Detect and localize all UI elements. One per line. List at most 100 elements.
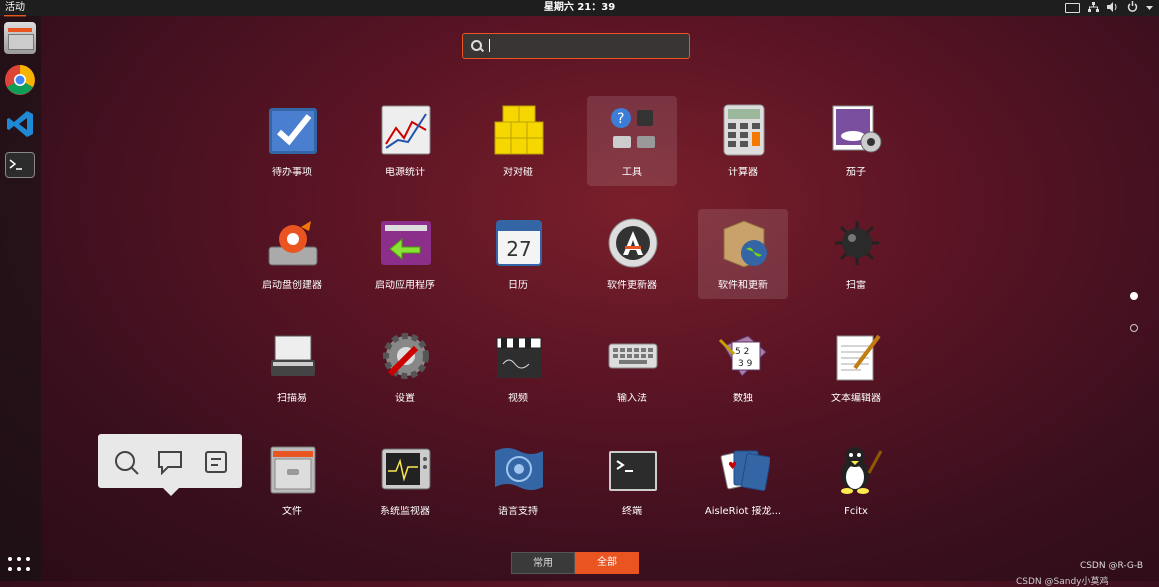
search-input[interactable] <box>489 37 679 53</box>
chrome-icon[interactable] <box>4 64 36 96</box>
terminal-app-icon <box>607 443 659 495</box>
app-tile[interactable]: 系统监视器 <box>360 435 450 525</box>
page-indicator-active[interactable] <box>1130 292 1138 300</box>
app-tile[interactable]: 设置 <box>360 322 450 412</box>
app-label: 设置 <box>395 393 415 404</box>
svg-text:?: ? <box>617 111 624 127</box>
top-bar: 活动 星期六 21：39 <box>0 0 1159 17</box>
app-tile[interactable]: 扫雷 <box>811 209 901 299</box>
page-indicator[interactable] <box>1130 324 1138 332</box>
app-tile[interactable]: 27 日历 <box>473 209 563 299</box>
svg-text:3 9: 3 9 <box>738 359 753 369</box>
app-label: 输入法 <box>617 393 647 404</box>
note-icon[interactable] <box>202 448 230 476</box>
scanner-icon <box>267 330 319 382</box>
floating-toolbar <box>98 434 242 496</box>
keyboard-icon <box>607 330 659 382</box>
software-updater-icon <box>607 217 659 269</box>
app-label: 终端 <box>622 506 642 517</box>
app-tile[interactable]: 启动应用程序 <box>360 209 450 299</box>
power-icon[interactable] <box>1127 1 1138 15</box>
app-label: 语言支持 <box>498 506 538 517</box>
watermark: CSDN @R-G-B <box>1079 561 1143 571</box>
vscode-icon[interactable] <box>4 108 36 140</box>
app-folder-tools[interactable]: ? 工具 <box>587 96 677 186</box>
app-label: Fcitx <box>844 506 868 517</box>
app-tile[interactable]: 终端 <box>587 435 677 525</box>
system-monitor-icon <box>380 443 432 495</box>
terminal-icon[interactable] <box>5 152 35 178</box>
app-tile[interactable]: 软件更新器 <box>587 209 677 299</box>
tab-all[interactable]: 全部 <box>575 552 639 574</box>
app-label: 系统监视器 <box>380 506 430 517</box>
app-label: 启动应用程序 <box>375 280 435 291</box>
app-tile[interactable]: 待办事项 <box>247 96 337 186</box>
app-tile[interactable]: 语言支持 <box>473 435 563 525</box>
app-tile[interactable]: 电源统计 <box>360 96 450 186</box>
app-tile[interactable]: ♥ AisleRiot 接龙... <box>698 435 788 525</box>
app-tile[interactable]: 视频 <box>473 322 563 412</box>
app-tile[interactable]: Fcitx <box>811 435 901 525</box>
app-label: 文件 <box>282 506 302 517</box>
app-label: 文本编辑器 <box>831 393 881 404</box>
power-stats-icon <box>380 104 432 156</box>
clock[interactable]: 星期六 21：39 <box>544 1 615 15</box>
app-label: 扫描易 <box>277 393 307 404</box>
cheese-icon <box>831 104 883 156</box>
app-tile[interactable]: 输入法 <box>587 322 677 412</box>
app-tile[interactable]: 启动盘创建器 <box>247 209 337 299</box>
text-editor-icon <box>831 330 883 382</box>
system-tray[interactable] <box>1065 0 1153 16</box>
app-tile[interactable]: 茄子 <box>811 96 901 186</box>
sudoku-icon: 5 23 9 <box>718 330 770 382</box>
keyboard-layout-icon[interactable] <box>1065 3 1080 13</box>
todo-icon <box>267 104 319 156</box>
app-label: 数独 <box>733 393 753 404</box>
app-tile[interactable]: 软件和更新 <box>698 209 788 299</box>
settings-icon <box>380 330 432 382</box>
app-label: 日历 <box>508 280 528 291</box>
app-label: 软件更新器 <box>607 280 657 291</box>
search-box[interactable] <box>462 33 690 59</box>
calendar-day: 27 <box>506 237 532 261</box>
aisleriot-icon: ♥ <box>718 443 771 495</box>
software-updates-icon <box>718 217 770 269</box>
app-tile[interactable]: 文件 <box>247 435 337 525</box>
app-tile[interactable]: 对对碰 <box>473 96 563 186</box>
app-label: 计算器 <box>728 167 758 178</box>
app-tile[interactable]: 扫描易 <box>247 322 337 412</box>
startup-disk-icon <box>267 217 319 269</box>
fcitx-icon <box>831 443 883 495</box>
files-cabinet-icon <box>267 443 319 495</box>
activities-button[interactable]: 活动 <box>4 1 26 17</box>
calculator-icon <box>718 104 770 156</box>
app-label: 茄子 <box>846 167 866 178</box>
language-support-icon <box>493 443 545 495</box>
dock <box>0 16 41 581</box>
comment-icon[interactable] <box>156 448 184 476</box>
network-icon[interactable] <box>1088 1 1099 15</box>
svg-text:♥: ♥ <box>728 461 737 472</box>
swell-foop-icon <box>493 104 545 156</box>
app-label: 工具 <box>622 167 642 178</box>
show-applications-button[interactable] <box>6 553 34 577</box>
search-icon[interactable] <box>112 448 140 476</box>
tab-frequent[interactable]: 常用 <box>511 552 575 574</box>
app-label: 待办事项 <box>272 167 312 178</box>
files-icon[interactable] <box>4 22 36 54</box>
app-label: 扫雷 <box>846 280 866 291</box>
tools-folder-icon: ? <box>607 104 659 156</box>
svg-text:5 2: 5 2 <box>735 347 749 357</box>
app-label: 对对碰 <box>503 167 533 178</box>
volume-icon[interactable] <box>1107 1 1119 15</box>
app-tile[interactable]: 5 23 9 数独 <box>698 322 788 412</box>
app-tile[interactable]: 计算器 <box>698 96 788 186</box>
app-tile[interactable]: 文本编辑器 <box>811 322 901 412</box>
app-label: 视频 <box>508 393 528 404</box>
video-icon <box>493 330 545 382</box>
app-label: AisleRiot 接龙... <box>704 506 782 517</box>
view-switcher: 常用 全部 <box>511 552 639 574</box>
mines-icon <box>831 217 883 269</box>
chevron-down-icon[interactable] <box>1146 3 1153 14</box>
app-label: 启动盘创建器 <box>262 280 322 291</box>
